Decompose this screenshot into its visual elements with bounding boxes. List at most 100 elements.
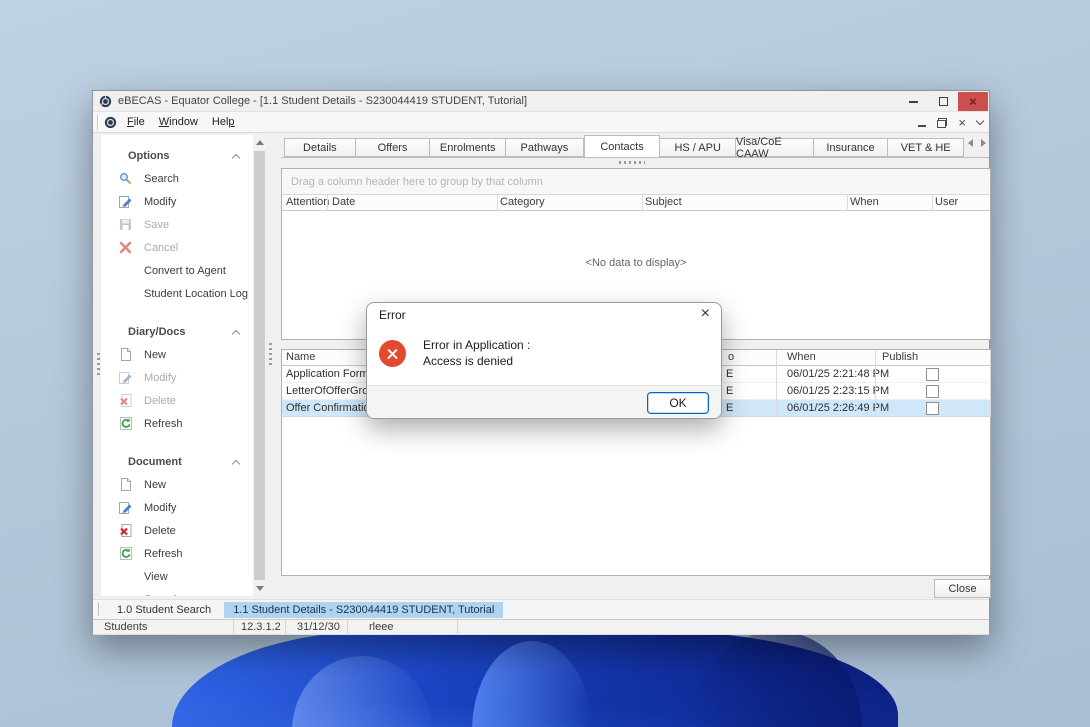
minimize-icon bbox=[909, 101, 918, 103]
status-user: rleee bbox=[348, 620, 458, 634]
tab-contacts[interactable]: Contacts bbox=[584, 135, 661, 157]
tabstrip-baseline bbox=[281, 157, 989, 158]
close-button[interactable]: Close bbox=[934, 579, 991, 598]
sidebar-scrollbar[interactable] bbox=[253, 135, 266, 596]
sidebar-item-diary-delete[interactable]: Delete bbox=[101, 392, 253, 409]
window-title: eBECAS - Equator College - [1.1 Student … bbox=[118, 95, 527, 107]
edit-icon bbox=[119, 195, 133, 208]
scroll-down-icon[interactable] bbox=[256, 586, 264, 591]
section-header-diary-docs[interactable]: Diary/Docs bbox=[101, 324, 253, 340]
doc-when: 06/01/25 2:26:49 PM bbox=[787, 402, 889, 414]
sidebar-item-label: Cancel bbox=[144, 242, 178, 254]
refresh-icon bbox=[119, 547, 133, 560]
scroll-left-icon[interactable] bbox=[968, 139, 973, 147]
publish-checkbox[interactable] bbox=[926, 402, 939, 415]
splitter-drag-handle[interactable] bbox=[269, 343, 272, 365]
column-header-attention[interactable]: Attention bbox=[286, 196, 329, 208]
dialog-close-icon[interactable]: × bbox=[701, 306, 710, 322]
sidebar-item-label: Modify bbox=[144, 502, 176, 514]
mdi-child-icon bbox=[104, 116, 117, 129]
column-header-category[interactable]: Category bbox=[500, 196, 545, 208]
sidebar-item-label: Save As bbox=[144, 594, 184, 597]
tab-enrolments[interactable]: Enrolments bbox=[430, 138, 506, 157]
sidebar-item-student-location-log[interactable]: Student Location Log bbox=[101, 285, 253, 302]
sidebar-item-doc-delete[interactable]: Delete bbox=[101, 522, 253, 539]
sidebar-item-convert-to-agent[interactable]: Convert to Agent bbox=[101, 262, 253, 279]
delete-icon bbox=[119, 394, 133, 407]
sidebar-item-doc-view[interactable]: View bbox=[101, 568, 253, 585]
tab-visa-coe-caaw[interactable]: Visa/CoE CAAW bbox=[736, 138, 814, 157]
close-window-button[interactable]: × bbox=[958, 92, 988, 111]
section-header-options[interactable]: Options bbox=[101, 148, 253, 164]
status-module: Students bbox=[93, 620, 234, 634]
sidebar-item-doc-new[interactable]: New bbox=[101, 476, 253, 493]
sidebar-item-label: Delete bbox=[144, 395, 176, 407]
publish-checkbox[interactable] bbox=[926, 385, 939, 398]
sidebar-item-diary-refresh[interactable]: Refresh bbox=[101, 415, 253, 432]
tab-drag-handle[interactable] bbox=[619, 161, 645, 164]
column-header-subject[interactable]: Subject bbox=[645, 196, 682, 208]
sidebar-item-label: Delete bbox=[144, 525, 176, 537]
doc-when: 06/01/25 2:23:15 PM bbox=[787, 385, 889, 397]
sidebar-item-save[interactable]: Save bbox=[101, 216, 253, 233]
publish-checkbox[interactable] bbox=[926, 368, 939, 381]
sidebar-item-diary-modify[interactable]: Modify bbox=[101, 369, 253, 386]
column-header-user[interactable]: User bbox=[935, 196, 958, 208]
dialog-body: Error in Application : Access is denied bbox=[367, 326, 721, 385]
chevron-down-icon[interactable] bbox=[976, 117, 984, 125]
refresh-icon bbox=[119, 417, 133, 430]
toolbar-grip bbox=[97, 115, 99, 130]
column-header-name[interactable]: Name bbox=[286, 351, 315, 363]
tab-student-search[interactable]: 1.0 Student Search bbox=[108, 602, 220, 618]
minimize-button[interactable] bbox=[898, 92, 928, 111]
tab-student-details[interactable]: 1.1 Student Details - S230044419 STUDENT… bbox=[224, 602, 503, 618]
tab-hs-apu[interactable]: HS / APU bbox=[660, 138, 736, 157]
status-bar: Students 12.3.1.2 31/12/30 rleee bbox=[93, 620, 989, 635]
sidebar-item-doc-refresh[interactable]: Refresh bbox=[101, 545, 253, 562]
doc-partial: E bbox=[726, 385, 733, 397]
status-date: 31/12/30 bbox=[286, 620, 348, 634]
maximize-button[interactable] bbox=[928, 92, 958, 111]
search-icon bbox=[119, 172, 133, 185]
tab-offers[interactable]: Offers bbox=[356, 138, 431, 157]
tab-vet-he[interactable]: VET & HE bbox=[888, 138, 964, 157]
section-title: Diary/Docs bbox=[128, 326, 233, 338]
ok-button[interactable]: OK bbox=[647, 392, 709, 414]
sidebar-item-modify[interactable]: Modify bbox=[101, 193, 253, 210]
wallpaper-bloom bbox=[172, 631, 898, 727]
sidebar-item-doc-modify[interactable]: Modify bbox=[101, 499, 253, 516]
group-by-panel[interactable]: Drag a column header here to group by th… bbox=[282, 169, 990, 195]
tab-details[interactable]: Details bbox=[284, 138, 356, 157]
column-header-publish[interactable]: Publish bbox=[882, 351, 918, 363]
sidebar-item-diary-new[interactable]: New bbox=[101, 346, 253, 363]
sidebar-item-label: New bbox=[144, 349, 166, 361]
dialog-title: Error bbox=[379, 308, 406, 322]
sidebar-item-label: Convert to Agent bbox=[144, 265, 226, 277]
column-header-when[interactable]: When bbox=[850, 196, 879, 208]
scroll-up-icon[interactable] bbox=[256, 140, 264, 145]
menu-window[interactable]: Window bbox=[152, 114, 205, 130]
scrollbar-thumb[interactable] bbox=[254, 151, 265, 580]
column-header-partial[interactable]: o bbox=[728, 351, 734, 363]
contacts-grid-header: Attention Date Category Subject When Use… bbox=[282, 195, 990, 211]
sidebar-item-search[interactable]: Search bbox=[101, 170, 253, 187]
sidebar-item-label: Refresh bbox=[144, 548, 183, 560]
menu-file[interactable]: File bbox=[120, 114, 152, 130]
section-header-document[interactable]: Document bbox=[101, 454, 253, 470]
tab-insurance[interactable]: Insurance bbox=[814, 138, 889, 157]
scroll-right-icon[interactable] bbox=[981, 139, 986, 147]
tab-pathways[interactable]: Pathways bbox=[506, 138, 584, 157]
mdi-restore-button[interactable] bbox=[937, 118, 947, 128]
sidebar-item-doc-save-as[interactable]: Save As bbox=[101, 591, 253, 596]
menu-help[interactable]: Help bbox=[205, 114, 242, 130]
mdi-minimize-button[interactable] bbox=[918, 125, 926, 127]
column-header-date[interactable]: Date bbox=[332, 196, 355, 208]
panel-drag-handle[interactable] bbox=[97, 353, 100, 375]
error-icon bbox=[379, 340, 406, 367]
delete-icon bbox=[119, 524, 133, 537]
column-header-when[interactable]: When bbox=[787, 351, 816, 363]
mdi-close-button[interactable]: × bbox=[958, 118, 966, 128]
sidebar-item-label: Refresh bbox=[144, 418, 183, 430]
sidebar-item-cancel[interactable]: Cancel bbox=[101, 239, 253, 256]
sidebar-item-label: Student Location Log bbox=[144, 288, 248, 300]
